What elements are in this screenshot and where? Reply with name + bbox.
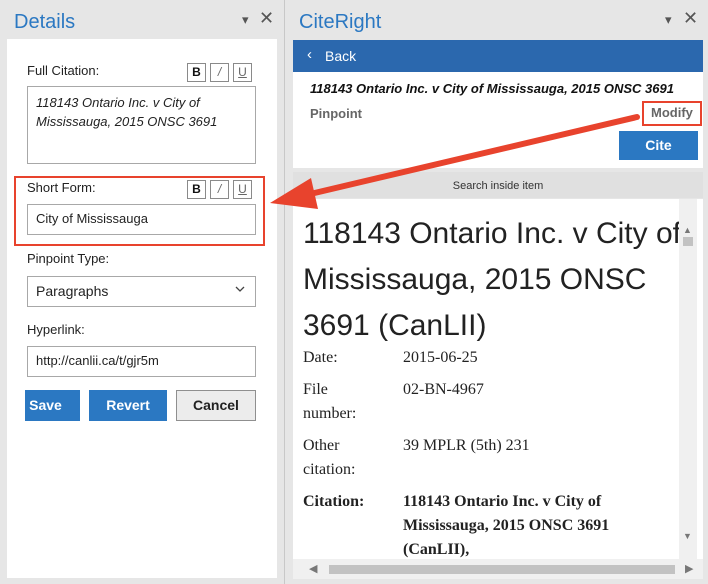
other-citation-label-line2: citation: — [303, 461, 356, 478]
citeright-pane-menu-icon[interactable]: ▾ — [665, 12, 672, 28]
document-view: 118143 Ontario Inc. v City of Mississaug… — [293, 199, 703, 559]
modify-highlight — [642, 101, 702, 126]
details-pane-menu-icon[interactable]: ▾ — [242, 12, 249, 28]
file-number-value: 02-BN-4967 — [403, 381, 484, 398]
save-button[interactable]: Save — [25, 390, 80, 421]
document-heading: 118143 Ontario Inc. v City of Mississaug… — [303, 217, 681, 342]
back-button[interactable]: ‹ Back — [293, 40, 703, 72]
citation-value-line3: (CanLII), — [403, 541, 470, 558]
back-label: Back — [325, 48, 357, 64]
hyperlink-field[interactable]: http://canlii.ca/t/gjr5m — [27, 346, 256, 377]
horizontal-scrollbar[interactable]: ◀ ▶ — [293, 559, 703, 579]
file-number-label-line2: number: — [303, 405, 357, 422]
revert-button[interactable]: Revert — [89, 390, 167, 421]
hyperlink-label: Hyperlink: — [27, 322, 85, 337]
citation-value-line1: 118143 Ontario Inc. v City of — [403, 493, 602, 510]
italic-button[interactable]: / — [210, 63, 229, 82]
pinpoint-type-value: Paragraphs — [36, 283, 109, 299]
file-number-label-line1: File — [303, 381, 328, 398]
vertical-scroll-thumb[interactable] — [683, 237, 693, 246]
item-title: 118143 Ontario Inc. v City of Mississaug… — [310, 81, 674, 96]
horizontal-scroll-thumb[interactable] — [329, 565, 675, 574]
scroll-left-icon[interactable]: ◀ — [309, 562, 317, 575]
scroll-down-icon[interactable]: ▼ — [683, 531, 692, 541]
scroll-right-icon[interactable]: ▶ — [685, 562, 693, 575]
pinpoint-label: Pinpoint — [310, 106, 362, 121]
scroll-up-icon[interactable]: ▲ — [683, 225, 692, 235]
back-chevron-icon: ‹ — [307, 46, 312, 63]
short-form-highlight — [14, 176, 265, 246]
details-form: Full Citation: B / U 118143 Ontario Inc.… — [7, 39, 277, 578]
citeright-pane-title: CiteRight — [299, 11, 382, 33]
cancel-button[interactable]: Cancel — [176, 390, 256, 421]
details-pane-title: Details — [14, 11, 76, 33]
full-citation-field[interactable]: 118143 Ontario Inc. v City of Mississaug… — [27, 86, 256, 164]
citation-value-line2: Mississauga, 2015 ONSC 3691 — [403, 517, 610, 534]
other-citation-value: 39 MPLR (5th) 231 — [403, 437, 530, 454]
citeright-close-icon[interactable]: ✕ — [683, 8, 698, 29]
pinpoint-type-label: Pinpoint Type: — [27, 251, 110, 266]
other-citation-label-line1: Other — [303, 437, 340, 454]
bold-button[interactable]: B — [187, 63, 206, 82]
dropdown-chevron-icon — [235, 286, 245, 292]
cite-button[interactable]: Cite — [619, 131, 698, 160]
full-citation-format-toolbar: B / U — [187, 63, 252, 82]
pinpoint-type-select[interactable]: Paragraphs — [27, 276, 256, 307]
full-citation-label: Full Citation: — [27, 63, 100, 78]
details-close-icon[interactable]: ✕ — [259, 8, 274, 29]
citation-label: Citation: — [303, 493, 365, 510]
vertical-scrollbar[interactable]: ▲ ▼ — [679, 199, 697, 559]
underline-button[interactable]: U — [233, 63, 252, 82]
details-pane: Details ▾ ✕ Full Citation: B / U 118143 … — [0, 0, 284, 584]
date-label: Date: — [303, 349, 338, 366]
date-value: 2015-06-25 — [403, 349, 478, 366]
citeright-pane: CiteRight ▾ ✕ ‹ Back 118143 Ontario Inc.… — [284, 0, 708, 584]
search-inside-item-button[interactable]: Search inside item — [293, 172, 703, 198]
